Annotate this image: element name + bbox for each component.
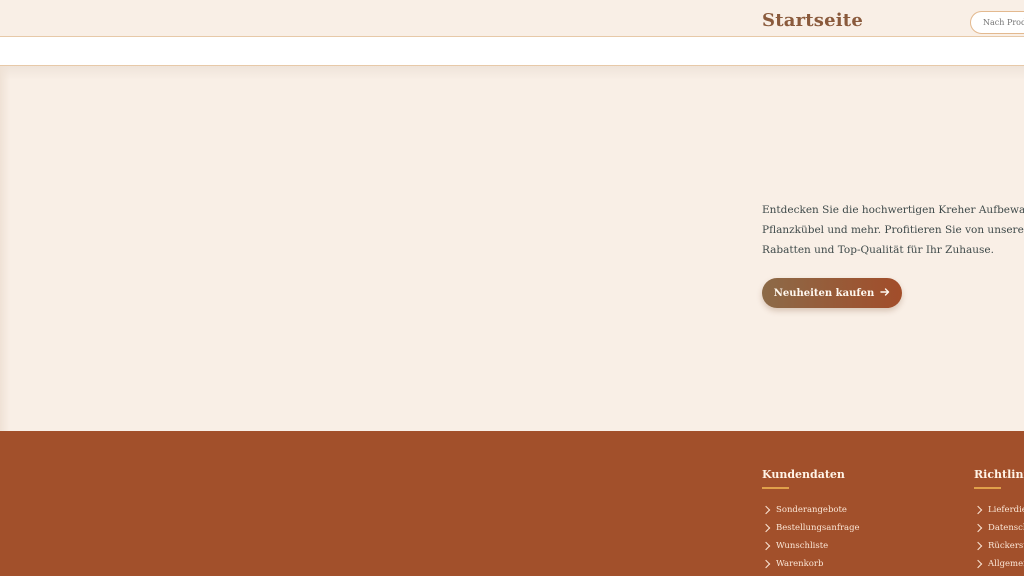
footer-link-label: Sonderangebote bbox=[776, 505, 847, 515]
footer-heading: Richtlinie bbox=[974, 468, 1024, 481]
footer-link-privacy[interactable]: Datenschu bbox=[973, 519, 1024, 537]
footer-link-list: Lieferdien Datenschu Rückersta Allgemein bbox=[973, 501, 1024, 573]
footer-link-cart[interactable]: Warenkorb bbox=[761, 555, 860, 573]
footer-heading: Kundendaten bbox=[762, 468, 845, 481]
footer-link-delivery[interactable]: Lieferdien bbox=[973, 501, 1024, 519]
hero-description-line: Entdecken Sie die hochwertigen Kreher Au… bbox=[762, 204, 1024, 216]
chevron-right-icon bbox=[973, 541, 983, 551]
hero-description: Entdecken Sie die hochwertigen Kreher Au… bbox=[762, 200, 1024, 260]
page-title: Startseite bbox=[762, 10, 863, 31]
search-input[interactable] bbox=[970, 11, 1024, 34]
shop-new-arrivals-button[interactable]: Neuheiten kaufen bbox=[762, 278, 902, 308]
footer-link-label: Datenschu bbox=[988, 523, 1024, 533]
chevron-right-icon bbox=[761, 541, 771, 551]
footer-link-wishlist[interactable]: Wunschliste bbox=[761, 537, 860, 555]
cta-label: Neuheiten kaufen bbox=[773, 287, 875, 299]
footer-link-label: Warenkorb bbox=[776, 559, 824, 569]
heading-underline bbox=[762, 487, 789, 489]
page: Startseite Entdecken Sie die hochwertige… bbox=[0, 0, 1024, 576]
footer-link-label: Bestellungsanfrage bbox=[776, 523, 860, 533]
chevron-right-icon bbox=[761, 505, 771, 515]
chevron-right-icon bbox=[973, 523, 983, 533]
footer-link-label: Rückersta bbox=[988, 541, 1024, 551]
nav-shadow bbox=[0, 66, 1024, 80]
footer-link-terms[interactable]: Allgemein bbox=[973, 555, 1024, 573]
footer-link-refund[interactable]: Rückersta bbox=[973, 537, 1024, 555]
footer-column-customer-data: Kundendaten Sonderangebote Bestellungsan… bbox=[761, 468, 860, 573]
footer-link-label: Lieferdien bbox=[988, 505, 1024, 515]
chevron-right-icon bbox=[973, 505, 983, 515]
footer: Kundendaten Sonderangebote Bestellungsan… bbox=[0, 431, 1024, 576]
hero-description-line: Rabatten und Top-Qualität für Ihr Zuhaus… bbox=[762, 244, 994, 256]
footer-link-list: Sonderangebote Bestellungsanfrage Wunsch… bbox=[761, 501, 860, 573]
footer-column-policies: Richtlinie Lieferdien Datenschu Rückerst… bbox=[973, 468, 1024, 573]
arrow-right-icon bbox=[880, 287, 890, 299]
chevron-right-icon bbox=[761, 523, 771, 533]
hero-description-line: Pflanzkübel und mehr. Profitieren Sie vo… bbox=[762, 224, 1024, 236]
hero-edge-shadow bbox=[0, 66, 10, 431]
heading-underline bbox=[974, 487, 1001, 489]
footer-link-order-request[interactable]: Bestellungsanfrage bbox=[761, 519, 860, 537]
chevron-right-icon bbox=[761, 559, 771, 569]
footer-link-label: Allgemein bbox=[988, 559, 1024, 569]
footer-link-special-offers[interactable]: Sonderangebote bbox=[761, 501, 860, 519]
chevron-right-icon bbox=[973, 559, 983, 569]
top-bar: Startseite bbox=[0, 0, 1024, 36]
footer-link-label: Wunschliste bbox=[776, 541, 829, 551]
navigation-bar bbox=[0, 36, 1024, 66]
